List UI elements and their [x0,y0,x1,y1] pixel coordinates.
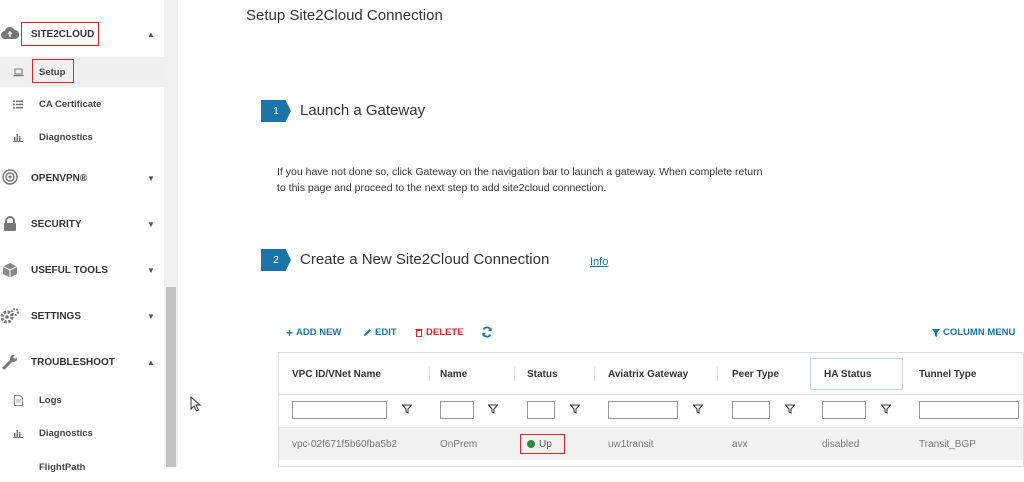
filter-input-vpc[interactable] [292,401,387,419]
document-icon [12,394,24,406]
box-icon [0,262,20,278]
gears-icon [0,307,20,325]
table-header-row: VPC ID/VNet Name Name Status Aviatrix Ga… [279,353,1023,395]
step-2-badge: 2 [261,249,291,271]
filter-input-ha-status[interactable] [822,401,866,419]
filter-icon[interactable] [488,404,498,414]
column-header-tunnel-type[interactable]: Tunnel Type [919,353,976,395]
chevron-up-icon: ▲ [147,29,155,39]
chevron-up-icon: ▲ [147,357,155,367]
column-separator [594,367,595,381]
cell-gateway: uw1transit [608,438,654,450]
column-header-name[interactable]: Name [440,353,467,395]
filter-input-name[interactable] [440,401,474,419]
column-header-status[interactable]: Status [527,353,558,395]
connections-table: VPC ID/VNet Name Name Status Aviatrix Ga… [278,352,1024,467]
sidebar-item-site2cloud[interactable]: SITE2CLOUD ▲ [0,22,164,46]
step-2-title: Create a New Site2Cloud Connection [300,251,550,268]
plus-icon: + [286,325,294,340]
sidebar-item-diagnostics[interactable]: Diagnostics [0,122,164,152]
cell-name: OnPrem [440,438,478,450]
info-link[interactable]: Info [590,256,608,268]
trash-icon [415,329,423,337]
chevron-down-icon: ▼ [147,219,155,229]
sidebar-item-flightpath[interactable]: FlightPath [0,452,164,482]
lock-icon [0,216,20,232]
filter-input-status[interactable] [527,401,555,419]
filter-icon[interactable] [881,404,891,414]
chevron-down-icon: ▼ [147,265,155,275]
filter-icon[interactable] [402,404,412,414]
filter-input-peer-type[interactable] [732,401,770,419]
delete-button[interactable]: DELETE [415,327,463,338]
filter-input-tunnel-type[interactable] [919,401,1019,419]
cell-peer-type: avx [732,438,748,450]
filter-icon[interactable] [570,404,580,414]
mouse-cursor-icon [190,396,202,412]
step-1-badge: 1 [261,100,291,122]
column-header-gateway[interactable]: Aviatrix Gateway [608,353,688,395]
chevron-down-icon: ▼ [147,311,155,321]
openvpn-icon [0,169,20,185]
step-1-description: If you have not done so, click Gateway o… [277,166,763,194]
sidebar-item-logs[interactable]: Logs [0,385,164,415]
sidebar-item-setup[interactable]: Setup [0,57,164,87]
refresh-button[interactable] [481,326,493,338]
column-header-peer-type[interactable]: Peer Type [732,353,779,395]
wrench-icon [0,354,20,370]
add-new-button[interactable]: + ADD NEW [286,325,341,340]
sidebar-item-ts-diagnostics[interactable]: Diagnostics [0,418,164,448]
sidebar-item-settings[interactable]: SETTINGS ▼ [0,306,164,326]
sidebar-item-ca-certificate[interactable]: CA Certificate [0,89,164,119]
filter-icon [932,328,940,337]
column-menu-button[interactable]: COLUMN MENU [932,327,1015,338]
cell-tunnel-type: Transit_BGP [919,438,976,450]
filter-icon[interactable] [693,404,703,414]
bar-chart-icon [12,133,24,142]
sidebar-item-security[interactable]: SECURITY ▼ [0,214,164,234]
cell-status: Up [520,434,565,454]
step-1-title: Launch a Gateway [300,102,426,119]
sidebar: SITE2CLOUD ▲ Setup CA Certificate Diagno… [0,0,164,473]
cloud-upload-icon [0,26,20,40]
chevron-down-icon: ▼ [147,173,155,183]
column-header-ha-status[interactable]: HA Status [810,358,903,390]
column-separator [429,367,430,381]
sidebar-item-useful-tools[interactable]: USEFUL TOOLS ▼ [0,260,164,280]
pencil-icon [364,329,371,336]
laptop-icon [12,68,24,77]
page-title: Setup Site2Cloud Connection [246,7,443,24]
filter-input-gateway[interactable] [608,401,678,419]
column-header-vpc[interactable]: VPC ID/VNet Name [292,353,381,395]
sidebar-item-troubleshoot[interactable]: TROUBLESHOOT ▲ [0,352,164,372]
list-icon [12,100,24,109]
filter-row [279,395,1023,428]
scrollbar-thumb[interactable] [166,287,176,467]
column-separator [717,367,718,381]
cell-ha-status: disabled [822,438,860,450]
bar-chart-icon [12,429,24,438]
filter-icon[interactable] [785,404,795,414]
main-content: Setup Site2Cloud Connection 1 Launch a G… [226,0,1024,467]
cell-vpc: vpc-02f671f5b60fba5b2 [292,438,398,450]
refresh-icon [482,326,492,338]
column-separator [514,367,515,381]
status-up-dot [527,440,535,448]
sidebar-item-openvpn[interactable]: OPENVPN® ▼ [0,168,164,188]
edit-button[interactable]: EDIT [363,327,397,338]
table-row[interactable]: vpc-02f671f5b60fba5b2 OnPrem Up uw1trans… [279,428,1023,460]
